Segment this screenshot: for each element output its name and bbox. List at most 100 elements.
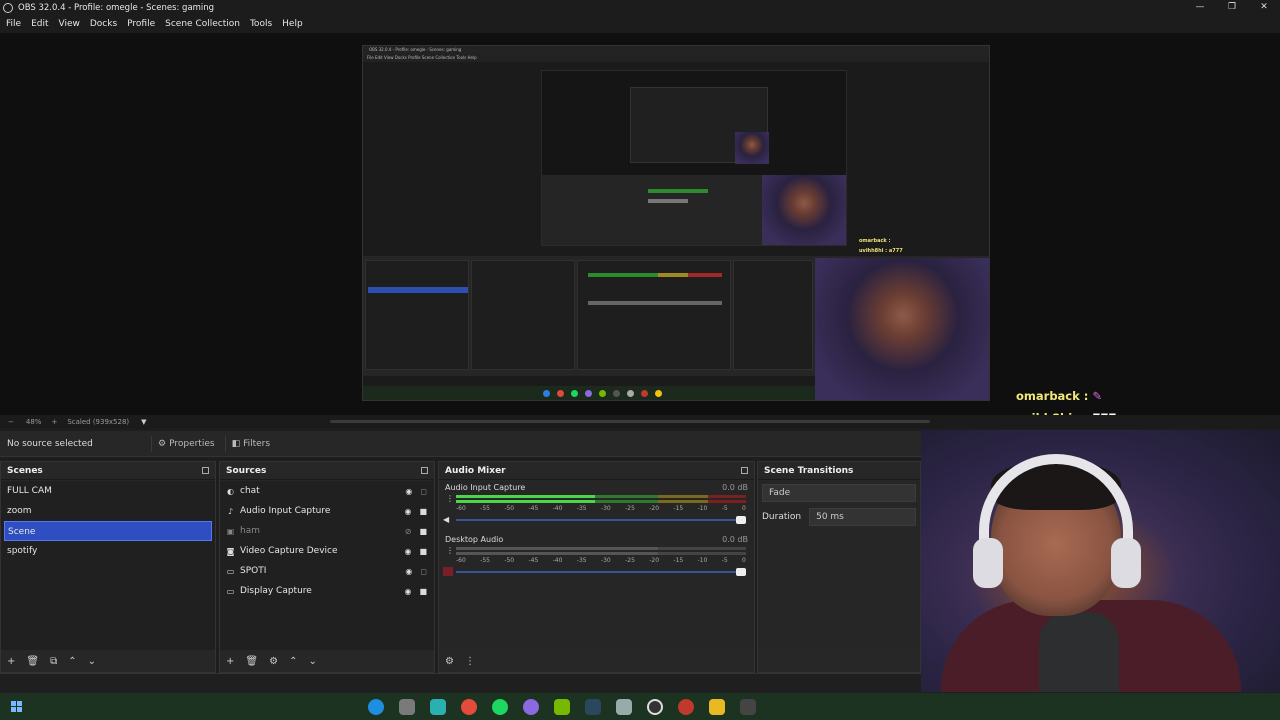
move-source-down-button[interactable]: ⌄ [308, 656, 316, 667]
properties-button[interactable]: ⚙ Properties [151, 435, 221, 452]
muted-speaker-icon[interactable] [443, 567, 453, 576]
source-properties-button[interactable]: ⚙ [269, 656, 278, 667]
tick-label: -15 [673, 557, 684, 564]
visibility-eye-icon[interactable]: ◉ [404, 587, 411, 596]
move-scene-up-button[interactable]: ⌃ [68, 656, 76, 667]
scenes-dock: Scenes FULL CAM zoom Scene spotify + 🗑 ⧉… [0, 461, 216, 673]
tick-label: 0 [742, 505, 746, 512]
tick-label: -45 [528, 557, 539, 564]
nested-meter [688, 273, 722, 277]
steam-icon[interactable] [585, 699, 601, 715]
channel-menu-icon[interactable]: ⋮ [446, 546, 454, 555]
source-item-video-capture[interactable]: ◙ Video Capture Device ◉ ■ [220, 541, 434, 561]
duration-label: Duration [762, 512, 802, 522]
nested-meter [648, 189, 708, 193]
preview-canvas[interactable]: OBS 32.0.4 - Profile: omegle - Scenes: g… [362, 45, 990, 401]
scene-item-spotify[interactable]: spotify [1, 541, 215, 561]
scene-item-full-cam[interactable]: FULL CAM [1, 481, 215, 501]
chrome-icon[interactable] [461, 699, 477, 715]
headphone-earcup [973, 538, 1003, 588]
visibility-eye-icon[interactable]: ◉ [404, 507, 411, 516]
spotify-icon[interactable] [492, 699, 508, 715]
nvidia-icon[interactable] [554, 699, 570, 715]
volume-slider-handle[interactable] [736, 568, 746, 576]
nested-taskbar-icon [599, 390, 606, 397]
transition-type-select[interactable]: Fade [762, 484, 916, 502]
volume-slider-handle[interactable] [736, 516, 746, 524]
menu-tools[interactable]: Tools [250, 19, 272, 29]
duration-input[interactable]: 50 ms [809, 508, 916, 526]
sources-dock-header: Sources [220, 462, 434, 480]
zoom-out-button[interactable]: − [8, 418, 14, 426]
source-label: Video Capture Device [240, 546, 338, 556]
scale-dropdown-icon[interactable]: ▼ [141, 418, 146, 426]
record-app-icon[interactable] [678, 699, 694, 715]
lock-icon[interactable]: ■ [419, 527, 427, 536]
menu-view[interactable]: View [59, 19, 80, 29]
nested-preview [541, 70, 847, 246]
unlocked-icon[interactable]: ◻ [420, 567, 427, 576]
source-label: ham [240, 526, 260, 536]
mixer-dock-header: Audio Mixer [439, 462, 754, 480]
meter-zone-yellow [658, 495, 708, 498]
edge-icon[interactable] [368, 699, 384, 715]
maximize-button[interactable]: ❐ [1216, 0, 1248, 15]
move-source-up-button[interactable]: ⌃ [289, 656, 297, 667]
menu-edit[interactable]: Edit [31, 19, 48, 29]
volume-slider[interactable] [456, 516, 746, 524]
menu-file[interactable]: File [6, 19, 21, 29]
undock-icon[interactable] [202, 467, 209, 474]
source-item-spoti[interactable]: ▭ SPOTI ◉ ◻ [220, 561, 434, 581]
menu-profile[interactable]: Profile [127, 19, 155, 29]
monitor-app-icon[interactable] [740, 699, 756, 715]
horizontal-scrollbar[interactable] [330, 420, 930, 423]
visibility-eye-icon[interactable]: ◉ [405, 567, 412, 576]
scene-item-scene[interactable]: Scene [4, 521, 212, 541]
discord-icon[interactable] [523, 699, 539, 715]
minimize-button[interactable]: — [1184, 0, 1216, 15]
undock-icon[interactable] [421, 467, 428, 474]
lock-icon[interactable]: ■ [419, 587, 427, 596]
windows-start-icon[interactable] [11, 701, 22, 712]
sources-dock: Sources ◐ chat ◉ ◻ ♪ Audio Input Capture … [219, 461, 435, 673]
visibility-eye-icon[interactable]: ◉ [404, 547, 411, 556]
folder-icon[interactable] [709, 699, 725, 715]
hidden-eye-icon[interactable]: ⊘ [405, 527, 412, 536]
source-item-ham[interactable]: ▣ ham ⊘ ■ [220, 521, 434, 541]
zoom-in-button[interactable]: + [51, 418, 57, 426]
mixer-menu-icon[interactable]: ⋮ [465, 656, 475, 667]
menu-scene-collection[interactable]: Scene Collection [165, 19, 240, 29]
scene-item-zoom[interactable]: zoom [1, 501, 215, 521]
unlocked-icon[interactable]: ◻ [420, 487, 427, 496]
source-item-chat[interactable]: ◐ chat ◉ ◻ [220, 481, 434, 501]
scene-filters-button[interactable]: ⧉ [50, 656, 57, 667]
tick-label: -45 [528, 505, 539, 512]
app-icon[interactable] [616, 699, 632, 715]
remove-source-button[interactable]: 🗑 [245, 656, 258, 667]
app-icon[interactable] [430, 699, 446, 715]
undock-icon[interactable] [741, 467, 748, 474]
source-item-display-capture[interactable]: ▭ Display Capture ◉ ■ [220, 581, 434, 601]
lock-icon[interactable]: ■ [419, 547, 427, 556]
nested-meter [648, 199, 688, 203]
move-scene-down-button[interactable]: ⌄ [88, 656, 96, 667]
channel-menu-icon[interactable]: ⋮ [446, 494, 454, 503]
source-item-audio-input[interactable]: ♪ Audio Input Capture ◉ ■ [220, 501, 434, 521]
filters-button[interactable]: ◧ Filters [224, 435, 277, 452]
remove-scene-button[interactable]: 🗑 [26, 656, 39, 667]
nested-webcam-small [735, 132, 769, 164]
menu-help[interactable]: Help [282, 19, 303, 29]
advanced-audio-gear-icon[interactable]: ⚙ [445, 656, 454, 667]
zoom-level: 48% [25, 418, 42, 426]
lock-icon[interactable]: ■ [419, 507, 427, 516]
meter-level [456, 500, 596, 503]
obs-icon[interactable] [647, 699, 663, 715]
add-source-button[interactable]: + [226, 656, 234, 667]
add-scene-button[interactable]: + [7, 656, 15, 667]
feather-app-icon[interactable] [399, 699, 415, 715]
speaker-icon[interactable]: ◀ [443, 515, 453, 524]
menu-docks[interactable]: Docks [90, 19, 117, 29]
visibility-eye-icon[interactable]: ◉ [405, 487, 412, 496]
close-button[interactable]: ✕ [1248, 0, 1280, 15]
volume-slider[interactable] [456, 568, 746, 576]
